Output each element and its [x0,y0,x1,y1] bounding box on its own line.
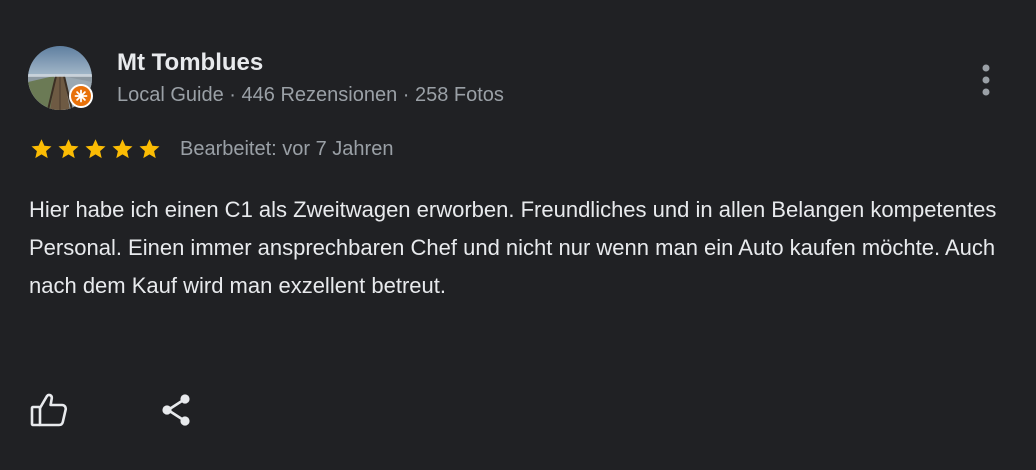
star-icon [58,139,79,159]
star-icon [31,139,52,159]
star-icon [139,139,160,159]
author-meta: Local Guide · 446 Rezensionen · 258 Foto… [117,84,504,106]
star-icon [85,139,106,159]
author-name[interactable]: Mt Tomblues [117,47,263,79]
like-button[interactable] [24,386,74,434]
share-button[interactable] [152,386,200,434]
star-icon [112,139,133,159]
thumb-up-icon [30,393,68,427]
review-text: Hier habe ich einen C1 als Zweitwagen er… [29,197,997,298]
local-guide-badge-icon [69,84,93,108]
review-card: Mt Tomblues Local Guide · 446 Rezensione… [0,0,1036,470]
more-options-button[interactable] [968,56,1004,100]
rating-row: Bearbeitet: vor 7 Jahren [28,134,393,164]
star-rating [28,137,163,161]
share-icon [162,394,190,426]
author-avatar[interactable] [28,46,93,110]
edited-timestamp: Bearbeitet: vor 7 Jahren [180,137,394,160]
more-vert-icon [982,64,990,96]
